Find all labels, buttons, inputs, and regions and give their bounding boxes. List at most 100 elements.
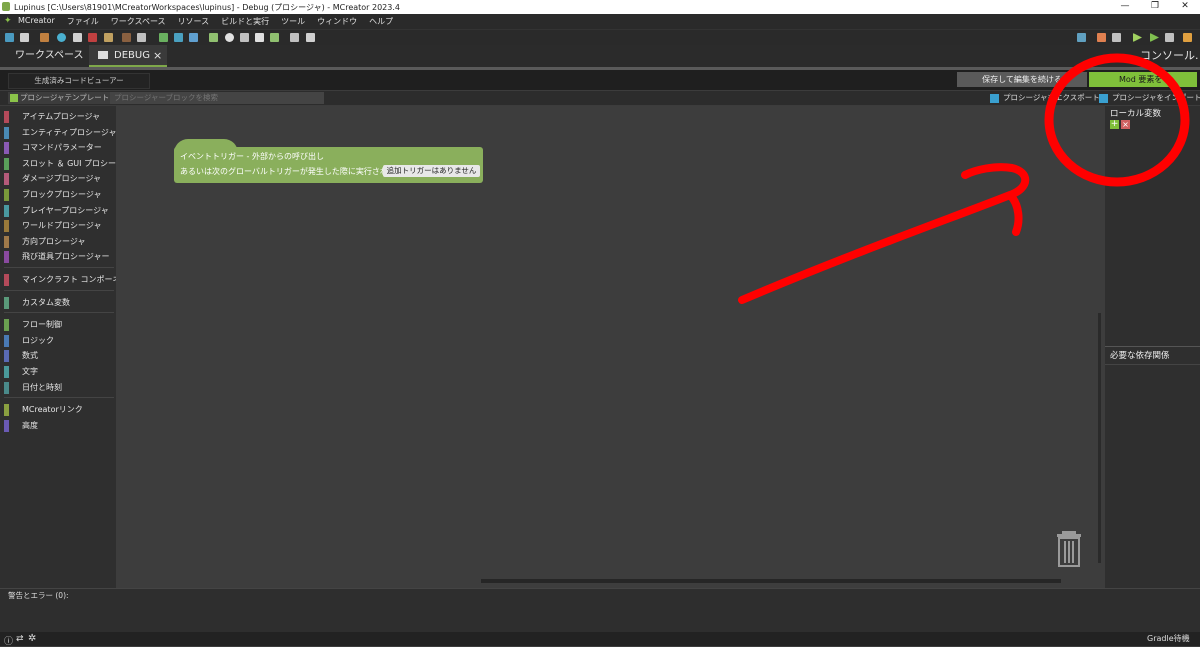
recipe-icon[interactable]	[104, 33, 113, 42]
palette-category[interactable]: 日付と時刻	[4, 381, 114, 395]
workspace-icon[interactable]	[5, 33, 14, 42]
palette-category[interactable]: MCreatorリンク	[4, 403, 114, 417]
code-viewer-button[interactable]: 生成済みコードビューアー	[8, 73, 150, 89]
divider	[1105, 364, 1200, 365]
category-color-swatch	[4, 142, 9, 155]
category-color-swatch	[4, 381, 9, 394]
build-icon[interactable]	[1183, 33, 1192, 42]
tool-icon[interactable]	[255, 33, 264, 42]
category-color-swatch	[4, 235, 9, 248]
palette-category[interactable]: スロット ＆ GUI プロシージャ	[4, 157, 131, 171]
tab-close-icon[interactable]: ×	[153, 45, 162, 67]
trigger-dropdown[interactable]: 追加トリガーはありません	[383, 165, 480, 177]
trash-icon[interactable]	[1057, 531, 1081, 567]
run-icon[interactable]	[1133, 33, 1142, 42]
item-icon[interactable]	[73, 33, 82, 42]
brush-icon[interactable]	[1097, 33, 1106, 42]
particle-icon[interactable]	[225, 33, 234, 42]
loot-icon[interactable]	[122, 33, 131, 42]
divider	[1105, 346, 1200, 347]
import-procedure-button[interactable]: プロシージャをインポート	[1099, 92, 1200, 104]
palette-category[interactable]: ダメージプロシージャ	[4, 172, 114, 186]
armor-icon[interactable]	[88, 33, 97, 42]
app-icon	[2, 2, 10, 11]
category-color-swatch	[4, 404, 9, 417]
event-trigger-description: あるいは次のグローバルトリガーが発生した際に実行される	[180, 167, 396, 176]
map-icon[interactable]	[1077, 33, 1086, 42]
menu-window[interactable]: ウィンドウ	[317, 16, 357, 27]
export-procedure-label: プロシージャをエクスポート	[1003, 93, 1100, 102]
palette-category[interactable]: 数式	[4, 349, 114, 363]
palette-category[interactable]: アイテムプロシージャ	[4, 110, 114, 124]
food-icon[interactable]	[270, 33, 279, 42]
block-search-input[interactable]	[110, 92, 324, 104]
palette-category[interactable]: カスタム変数	[4, 296, 114, 310]
palette-category[interactable]: 飛び道具プロシージャー	[4, 250, 114, 264]
settings-gear-icon[interactable]: ✲	[28, 633, 36, 644]
menu-workspace[interactable]: ワークスペース	[111, 16, 166, 27]
procedure-templates-button[interactable]: プロシージャテンプレート	[8, 92, 116, 104]
import-procedure-label: プロシージャをインポート	[1112, 93, 1200, 102]
palette-category-label: 高度	[22, 420, 38, 430]
save-continue-button[interactable]: 保存して編集を続ける	[957, 72, 1087, 87]
menu-build-run[interactable]: ビルドと実行	[221, 16, 269, 27]
console-tab[interactable]: コンソール.	[1140, 45, 1199, 67]
palette-category[interactable]: ブロックプロシージャ	[4, 188, 114, 202]
palette-category[interactable]: 文字	[4, 365, 114, 379]
debug-run-icon[interactable]	[1150, 33, 1159, 42]
entity-icon[interactable]	[209, 33, 218, 42]
palette-category-label: 数式	[22, 351, 38, 361]
palette-category[interactable]: 方向プロシージャ	[4, 235, 114, 249]
palette-category[interactable]: ワールドプロシージャ	[4, 219, 114, 233]
palette-category-label: 方向プロシージャ	[22, 236, 86, 246]
menu-resources[interactable]: リソース	[178, 16, 210, 27]
info-icon[interactable]: ⓘ	[4, 634, 13, 647]
share-icon[interactable]: ⇄	[16, 634, 24, 644]
stop-icon[interactable]	[1165, 33, 1174, 42]
palette-separator	[4, 312, 114, 314]
palette-category-label: エンティティプロシージャ	[22, 127, 117, 137]
palette-separator	[4, 267, 114, 268]
palette-category[interactable]: エンティティプロシージャ	[4, 126, 117, 140]
category-color-swatch	[4, 419, 9, 432]
palette-category[interactable]: フロー制御	[4, 318, 114, 332]
horizontal-scrollbar[interactable]	[481, 579, 1061, 583]
palette-category[interactable]: ロジック	[4, 334, 114, 348]
block-icon[interactable]	[57, 33, 66, 42]
palette-category-label: コマンドパラメーター	[22, 143, 102, 153]
structure-icon[interactable]	[189, 33, 198, 42]
export-procedure-button[interactable]: プロシージャをエクスポート	[990, 92, 1100, 104]
menu-mcreator[interactable]: MCreator	[18, 16, 55, 27]
category-color-swatch	[4, 319, 9, 332]
save-mod-element-button[interactable]: Mod 要素を	[1089, 72, 1197, 87]
menu-tools[interactable]: ツール	[281, 16, 305, 27]
procedure-icon[interactable]	[306, 33, 315, 42]
palette-category[interactable]: コマンドパラメーター	[4, 141, 114, 155]
remove-variable-button[interactable]: ×	[1121, 120, 1130, 129]
gradle-status: Gradle待機	[1147, 634, 1190, 643]
tab-workspace[interactable]: ワークスペース	[15, 45, 84, 67]
event-trigger-title: イベントトリガー - 外部からの呼び出し	[180, 152, 324, 161]
palette-category[interactable]: マインクラフト コンポーネント	[4, 273, 137, 287]
gui-icon[interactable]	[137, 33, 146, 42]
palette-category[interactable]: 高度	[4, 419, 114, 433]
minimize-button[interactable]: —	[1110, 0, 1140, 14]
close-window-button[interactable]: ✕	[1170, 0, 1200, 14]
palette-category-label: 日付と時刻	[22, 382, 62, 392]
maximize-button[interactable]: ❐	[1140, 0, 1170, 14]
palette-category-label: 文字	[22, 367, 38, 376]
dimension-icon[interactable]	[174, 33, 183, 42]
add-variable-button[interactable]: +	[1110, 120, 1119, 129]
biome-icon[interactable]	[159, 33, 168, 42]
menu-file[interactable]: ファイル	[67, 16, 99, 27]
palette-category[interactable]: プレイヤープロシージャ	[4, 204, 114, 218]
hammer-icon[interactable]	[1112, 33, 1121, 42]
vertical-scrollbar[interactable]	[1098, 313, 1101, 563]
overlay-icon[interactable]	[290, 33, 299, 42]
plant-icon[interactable]	[240, 33, 249, 42]
sound-icon[interactable]	[40, 33, 49, 42]
errors-label: 警告とエラー (0):	[8, 591, 69, 600]
menu-help[interactable]: ヘルプ	[369, 16, 393, 27]
texture-icon[interactable]	[20, 33, 29, 42]
tab-debug[interactable]: DEBUG ×	[89, 45, 167, 67]
